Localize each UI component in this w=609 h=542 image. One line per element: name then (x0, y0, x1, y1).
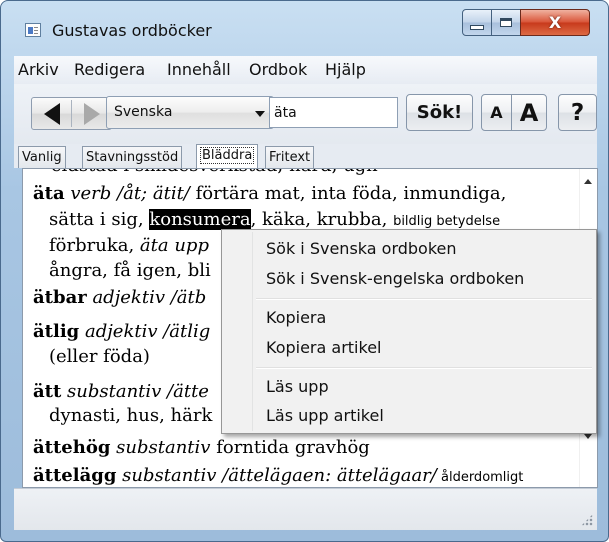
article-line: ätbar adjektiv /ätb (33, 287, 206, 308)
dropdown-arrow-icon (255, 111, 265, 117)
word-class: verb /åt; ätit/ (64, 183, 190, 204)
minimize-icon (470, 25, 484, 30)
tab-stavningsstod[interactable]: Stavningsstöd (82, 146, 183, 168)
context-menu: Sök i Svenska ordboken Sök i Svensk-enge… (221, 229, 597, 434)
title-bar[interactable]: Gustavas ordböcker X (1, 1, 608, 47)
context-menu-separator (256, 367, 592, 369)
scroll-down-icon[interactable] (584, 434, 592, 439)
menu-redigera[interactable]: Redigera (74, 60, 145, 79)
article-line: ätt substantiv /ätte (33, 381, 209, 402)
article-line: förbruka, äta upp (49, 235, 209, 256)
context-item-read-article-aloud[interactable]: Läs upp artikel (266, 406, 384, 425)
definition: förtära mat, inta föda, inmundiga, (189, 183, 507, 204)
article-line: ångra, få igen, bli (49, 260, 211, 281)
article-line: ättehög substantiv forntida gravhög (33, 437, 370, 458)
context-item-search-swedish[interactable]: Sök i Svenska ordboken (266, 239, 457, 258)
forward-arrow-icon (83, 102, 100, 125)
headword: ätbar (33, 287, 87, 308)
tab-bar: Vanlig Stavningsstöd Bläddra Fritext (14, 144, 597, 168)
word-class: substantiv (110, 437, 211, 458)
navigation-buttons (31, 97, 112, 130)
menu-hjalp[interactable]: Hjälp (325, 60, 366, 79)
article-line: dynasti, hus, härk (49, 405, 213, 426)
smaller-font-button[interactable]: A (481, 94, 512, 131)
word-class: substantiv /ätte (61, 381, 209, 402)
search-button[interactable]: Sök! (406, 94, 473, 131)
toolbar: Svenska Sök! A A ? (14, 84, 597, 144)
definition: , käka, krubba, (250, 209, 394, 230)
article-line: ätlig adjektiv /ätlig (33, 321, 210, 342)
back-button[interactable] (32, 98, 71, 129)
context-item-copy[interactable]: Kopiera (266, 308, 326, 327)
selected-word[interactable]: konsumera (149, 209, 251, 230)
headword: ätt (33, 381, 62, 402)
word-class: adjektiv /ätlig (79, 321, 211, 342)
back-arrow-icon (43, 102, 60, 125)
window-title: Gustavas ordböcker (52, 21, 212, 40)
close-button[interactable]: X (520, 9, 590, 36)
context-item-search-swedish-english[interactable]: Sök i Svensk-engelska ordboken (266, 269, 524, 288)
article-line: ättelägg substantiv /ättelägaen: ätteläg… (33, 465, 523, 486)
tab-vanlig[interactable]: Vanlig (18, 146, 66, 168)
headword: ätlig (33, 321, 80, 342)
word-class: substantiv /ättelägaen: ättelägaar/ (116, 465, 437, 486)
app-window: Gustavas ordböcker X Arkiv Redigera Inne… (0, 0, 609, 542)
tab-bladdra-label: Bläddra (200, 147, 255, 164)
context-menu-separator (256, 298, 592, 300)
article-line: sätta i sig, konsumera, käka, krubba, bi… (49, 209, 500, 230)
search-input[interactable] (269, 97, 398, 128)
context-item-read-aloud[interactable]: Läs upp (266, 377, 329, 396)
minimize-button[interactable] (462, 9, 492, 36)
maximize-button[interactable] (491, 9, 521, 36)
context-item-copy-article[interactable]: Kopiera artikel (266, 338, 381, 357)
phrase: äta upp (139, 235, 209, 256)
menu-arkiv[interactable]: Arkiv (18, 60, 59, 79)
menu-bar: Arkiv Redigera Innehåll Ordbok Hjälp (14, 56, 597, 84)
resize-grip-icon[interactable] (581, 514, 593, 526)
definition: sätta i sig, (49, 209, 150, 230)
usage-note: ålderdomligt (436, 470, 524, 485)
app-icon (25, 23, 41, 37)
close-icon: X (548, 13, 562, 32)
dictionary-select[interactable]: Svenska (106, 96, 274, 129)
larger-font-button[interactable]: A (511, 94, 547, 131)
definition: förbruka, (49, 235, 140, 256)
article-line: (eller föda) (49, 346, 150, 367)
maximize-icon (500, 18, 512, 27)
context-menu-gutter (224, 232, 253, 431)
tab-fritext[interactable]: Fritext (265, 146, 315, 168)
status-bar (14, 488, 597, 530)
scroll-up-icon[interactable] (584, 179, 592, 184)
article-line: äta verb /åt; ätit/ förtära mat, inta fö… (33, 183, 506, 204)
help-button[interactable]: ? (558, 94, 597, 131)
headword: ättelägg (33, 465, 117, 486)
word-class: adjektiv /ätb (86, 287, 207, 308)
definition: forntida gravhög (210, 437, 370, 458)
headword: äta (33, 183, 65, 204)
usage-note: bildlig betydelse (393, 214, 501, 229)
menu-innehall[interactable]: Innehåll (167, 60, 231, 79)
article-line: eldstad i smidesverkstad; härd, ugn (51, 169, 378, 176)
headword: ättehög (33, 437, 111, 458)
tab-bladdra[interactable]: Bläddra (196, 144, 259, 168)
menu-ordbok[interactable]: Ordbok (249, 60, 307, 79)
dictionary-select-value: Svenska (114, 104, 173, 120)
